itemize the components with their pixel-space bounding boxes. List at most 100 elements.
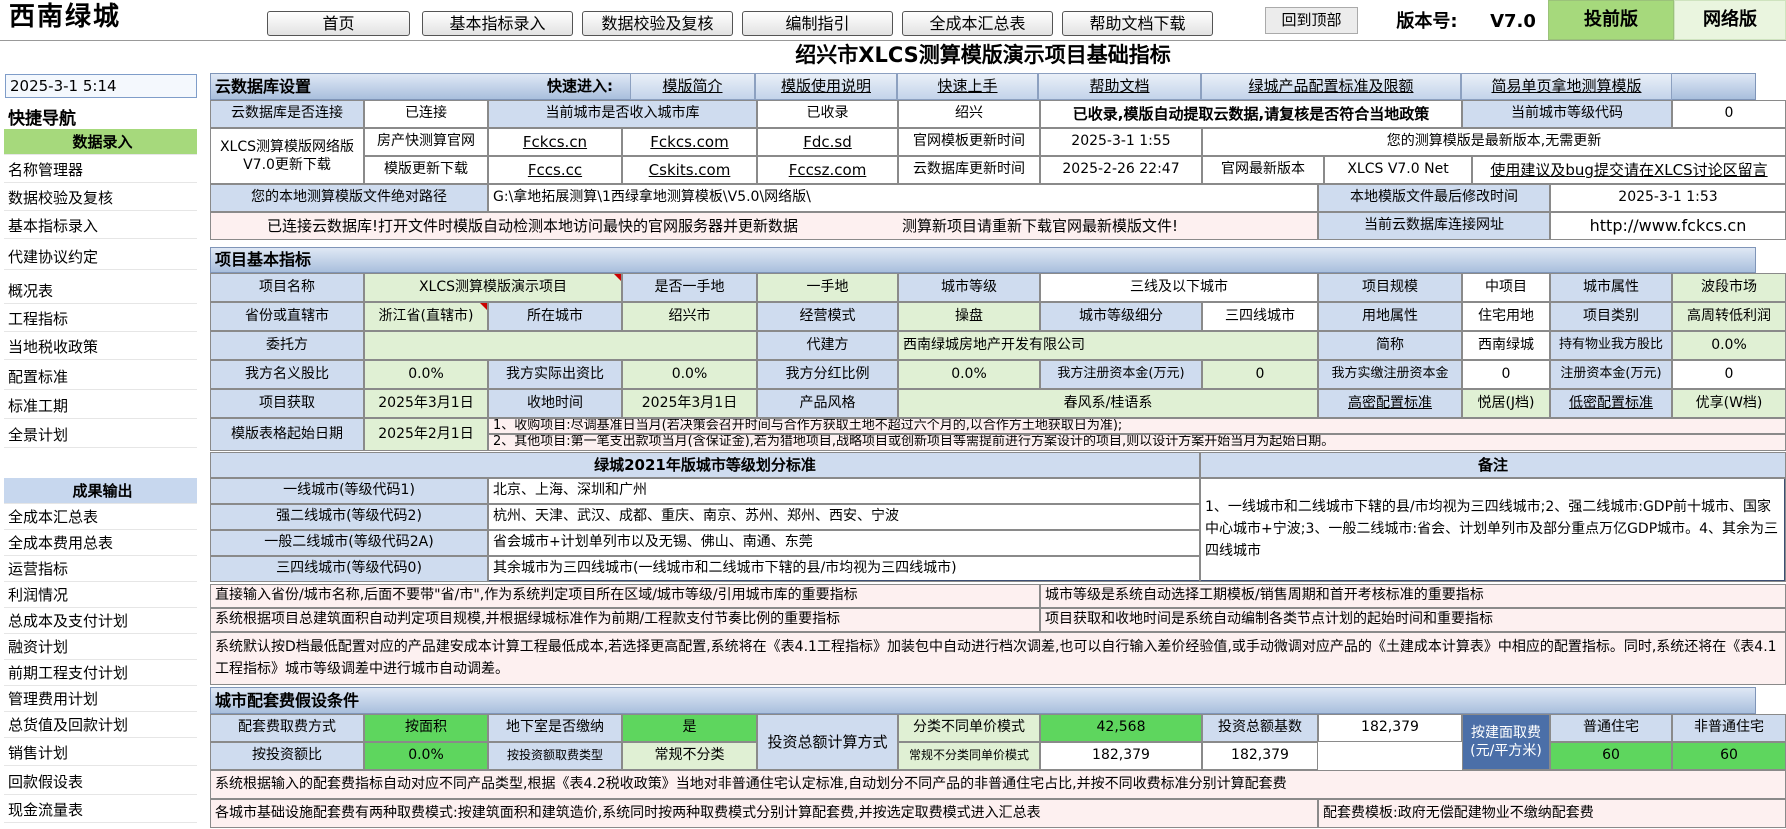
back-to-top-button[interactable]: 回到顶部: [1265, 7, 1358, 34]
label-cloud-url: 当前云数据库连接网址: [1318, 212, 1550, 240]
sidebar-item-plan[interactable]: 全景计划: [4, 422, 197, 448]
sidebar-item-config[interactable]: 配置标准: [4, 364, 197, 390]
value-ordinary-fee[interactable]: 60: [1550, 742, 1672, 770]
value-project-acquire[interactable]: 2025年3月1日: [364, 389, 488, 418]
guide-button[interactable]: 编制指引: [742, 11, 893, 36]
link-bug-report[interactable]: 使用建议及bug提交请在XLCS讨论区留言: [1472, 156, 1786, 184]
link-fckcs-com[interactable]: Fckcs.com: [622, 128, 757, 156]
link-template-usage[interactable]: 模版使用说明: [755, 73, 897, 100]
value-nominal-share[interactable]: 0.0%: [364, 360, 488, 389]
sidebar-item-duration[interactable]: 标准工期: [4, 393, 197, 419]
value-city-grade-code: 0: [1672, 100, 1786, 128]
link-quick-start[interactable]: 快速上手: [897, 73, 1038, 100]
datetime-display: 2025-3-1 5:14: [5, 74, 197, 98]
sidebar-item-engineering[interactable]: 工程指标: [4, 306, 197, 332]
sidebar-item-profit[interactable]: 利润情况: [4, 582, 197, 608]
help-download-button[interactable]: 帮助文档下载: [1062, 11, 1213, 36]
link-fccs-cc[interactable]: Fccs.cc: [488, 156, 622, 184]
label-land-time: 收地时间: [488, 389, 622, 418]
link-simple-template[interactable]: 简易单页拿地测算模版: [1461, 73, 1672, 100]
value-operation-mode[interactable]: 操盘: [898, 302, 1040, 331]
sidebar-section-input[interactable]: 数据录入: [4, 129, 197, 155]
link-product-config[interactable]: 绿城产品配置标准及限额: [1201, 73, 1461, 100]
app-logo: 西南绿城: [9, 1, 122, 32]
value-template-start-date[interactable]: 2025年2月1日: [364, 418, 488, 451]
value-actual-contribution[interactable]: 0.0%: [622, 360, 757, 389]
city-grade-2a-label: 一般二线城市(等级代码2A): [210, 530, 488, 556]
link-fckcs-cn[interactable]: Fckcs.cn: [488, 128, 622, 156]
value-project-name[interactable]: XLCS测算模版演示项目: [364, 273, 622, 302]
cost-summary-button[interactable]: 全成本汇总表: [902, 11, 1053, 36]
sidebar-item-sales[interactable]: 销售计划: [4, 740, 197, 766]
value-cloud-url[interactable]: http://www.fckcs.cn: [1550, 212, 1786, 240]
sidebar-item-payment[interactable]: 总成本及支付计划: [4, 608, 197, 634]
link-cskits-com[interactable]: Cskits.com: [622, 156, 757, 184]
value-investment-fee-type[interactable]: 常规不分类: [622, 742, 757, 770]
sidebar-item-collection[interactable]: 回款假设表: [4, 769, 197, 795]
basic-input-button[interactable]: 基本指标录入: [422, 11, 573, 36]
value-cloud-connected: 已连接: [364, 100, 488, 128]
link-fdc-sd[interactable]: Fdc.sd: [757, 128, 898, 156]
city-grade-2-label: 强二线城市(等级代码2): [210, 504, 488, 530]
tab-network[interactable]: 网络版: [1674, 0, 1786, 40]
label-network-update: XLCS测算模版网络版V7.0更新下载: [210, 128, 364, 184]
value-city-attribute[interactable]: 波段市场: [1672, 273, 1786, 302]
sidebar-section-output[interactable]: 成果输出: [4, 478, 197, 504]
sidebar-item-basic-input[interactable]: 基本指标录入: [4, 213, 197, 239]
sidebar-item-value[interactable]: 总货值及回款计划: [4, 712, 197, 738]
value-client[interactable]: [364, 331, 757, 360]
label-client: 委托方: [210, 331, 364, 360]
label-local-path: 您的本地测算模版文件绝对路径: [210, 184, 488, 212]
link-fccsz-com[interactable]: Fccsz.com: [757, 156, 898, 184]
label-project-scale: 项目规模: [1318, 273, 1462, 302]
version-label: 版本号:: [1396, 11, 1458, 33]
value-city-name: 绍兴: [898, 100, 1040, 128]
sidebar-item-data-check[interactable]: 数据校验及复核: [4, 185, 197, 211]
sidebar-item-management[interactable]: 管理费用计划: [4, 686, 197, 712]
label-registered-capital: 我方注册资本金(万元): [1040, 360, 1202, 389]
sidebar-item-agreement[interactable]: 代建协议约定: [4, 244, 197, 270]
value-product-style[interactable]: 春风系/桂语系: [898, 389, 1318, 418]
value-latest-version: XLCS V7.0 Net: [1324, 156, 1472, 184]
value-fee-method[interactable]: 按面积: [364, 714, 488, 742]
city-grade-2a-value: 省会城市+计划单列市以及无锡、佛山、南通、东莞: [488, 530, 1200, 556]
data-check-button[interactable]: 数据校验及复核: [582, 11, 733, 36]
value-dividend-ratio[interactable]: 0.0%: [898, 360, 1040, 389]
home-button[interactable]: 首页: [267, 11, 410, 36]
version-value: V7.0: [1490, 11, 1536, 33]
sidebar-item-preliminary[interactable]: 前期工程支付计划: [4, 660, 197, 686]
value-project-category[interactable]: 高周转低利润: [1672, 302, 1786, 331]
value-short-name: 西南绿城: [1462, 331, 1550, 360]
cloud-status-message: 已收录,模版自动提取云数据,请复核是否符合当地政策: [1040, 100, 1462, 128]
value-land-time[interactable]: 2025年3月1日: [622, 389, 757, 418]
value-non-ordinary-fee[interactable]: 60: [1672, 742, 1786, 770]
link-template-intro[interactable]: 模版简介: [630, 73, 755, 100]
value-province[interactable]: 浙江省(直辖市): [364, 302, 488, 331]
link-high-density-config[interactable]: 高密配置标准: [1318, 389, 1462, 418]
sidebar-item-cost-summary[interactable]: 全成本汇总表: [4, 504, 197, 530]
value-high-density-config[interactable]: 悦居(J档): [1462, 389, 1550, 418]
page-title: 绍兴市XLCS测算模版演示项目基础指标: [795, 43, 1171, 68]
sidebar-item-financing[interactable]: 融资计划: [4, 634, 197, 660]
label-nominal-share: 我方名义股比: [210, 360, 364, 389]
sidebar-item-tax[interactable]: 当地税收政策: [4, 334, 197, 360]
value-investment-ratio[interactable]: 0.0%: [364, 742, 488, 770]
label-investment-base: 投资总额基数: [1202, 714, 1318, 742]
value-first-hand[interactable]: 一手地: [757, 273, 898, 302]
link-help-doc[interactable]: 帮助文档: [1038, 73, 1201, 100]
link-low-density-config[interactable]: 低密配置标准: [1550, 389, 1672, 418]
tab-invest[interactable]: 投前版: [1548, 0, 1674, 40]
sidebar-item-overview[interactable]: 概况表: [4, 278, 197, 304]
value-basement-pay[interactable]: 是: [622, 714, 757, 742]
sidebar-item-operations[interactable]: 运营指标: [4, 556, 197, 582]
value-registered-capital[interactable]: 0: [1202, 360, 1318, 389]
sidebar-item-cashflow[interactable]: 现金流量表: [4, 797, 197, 823]
sidebar-item-cost-table[interactable]: 全成本费用总表: [4, 530, 197, 556]
value-city[interactable]: 绍兴市: [622, 302, 757, 331]
city-grade-0-value: 其余城市为三四线城市(一线城市和二线城市下辖的县/市均视为三四线城市): [488, 556, 1200, 582]
value-holding-share[interactable]: 0.0%: [1672, 331, 1786, 360]
sidebar-item-name-manager[interactable]: 名称管理器: [4, 157, 197, 183]
value-agent[interactable]: 西南绿城房地产开发有限公司: [898, 331, 1318, 360]
label-template-start-date: 模版表格起始日期: [210, 418, 364, 451]
value-low-density-config[interactable]: 优享(W档): [1672, 389, 1786, 418]
